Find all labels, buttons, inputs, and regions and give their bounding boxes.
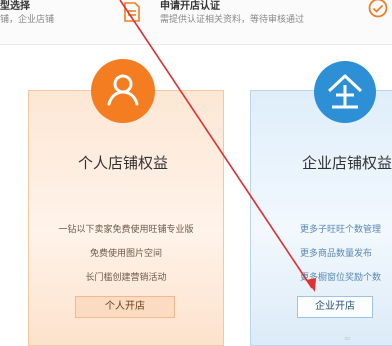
step1-desc: 铺，企业店铺 xyxy=(0,15,55,25)
personal-card-title: 个人店铺权益 xyxy=(78,154,169,172)
step1-title: 型选择 xyxy=(0,1,30,12)
enterprise-open-store-button[interactable]: 企业开店 xyxy=(297,296,373,318)
personal-benefit-1: 一钻以下卖家免费使用旺铺专业版 xyxy=(58,225,194,235)
personal-benefit-3: 长门槛创建营销活动 xyxy=(85,273,167,283)
person-icon xyxy=(91,59,155,123)
step2-desc: 需提供认证相关资料，等待审核通过 xyxy=(160,15,305,25)
enterprise-icon xyxy=(314,61,376,123)
personal-open-store-button[interactable]: 个人开店 xyxy=(75,296,175,318)
check-circle-icon xyxy=(368,0,388,18)
enterprise-benefit-2: 更多商品数量发布 xyxy=(300,249,373,259)
watermark-mark: ≈ xyxy=(344,334,351,343)
enterprise-benefit-1: 更多子旺旺个数管理 xyxy=(300,225,382,235)
personal-benefit-2: 免费使用图片空间 xyxy=(89,249,162,259)
enterprise-benefit-3: 更多橱窗位奖励个数 xyxy=(300,273,382,283)
enterprise-card-title: 企业店铺权益 xyxy=(302,154,392,172)
step2-title: 申请开店认证 xyxy=(160,1,220,12)
steps-bar: 型选择 铺，企业店铺 申请开店认证 需提供认证相关资料，等待审核通过 xyxy=(0,0,392,45)
document-icon xyxy=(124,2,140,22)
